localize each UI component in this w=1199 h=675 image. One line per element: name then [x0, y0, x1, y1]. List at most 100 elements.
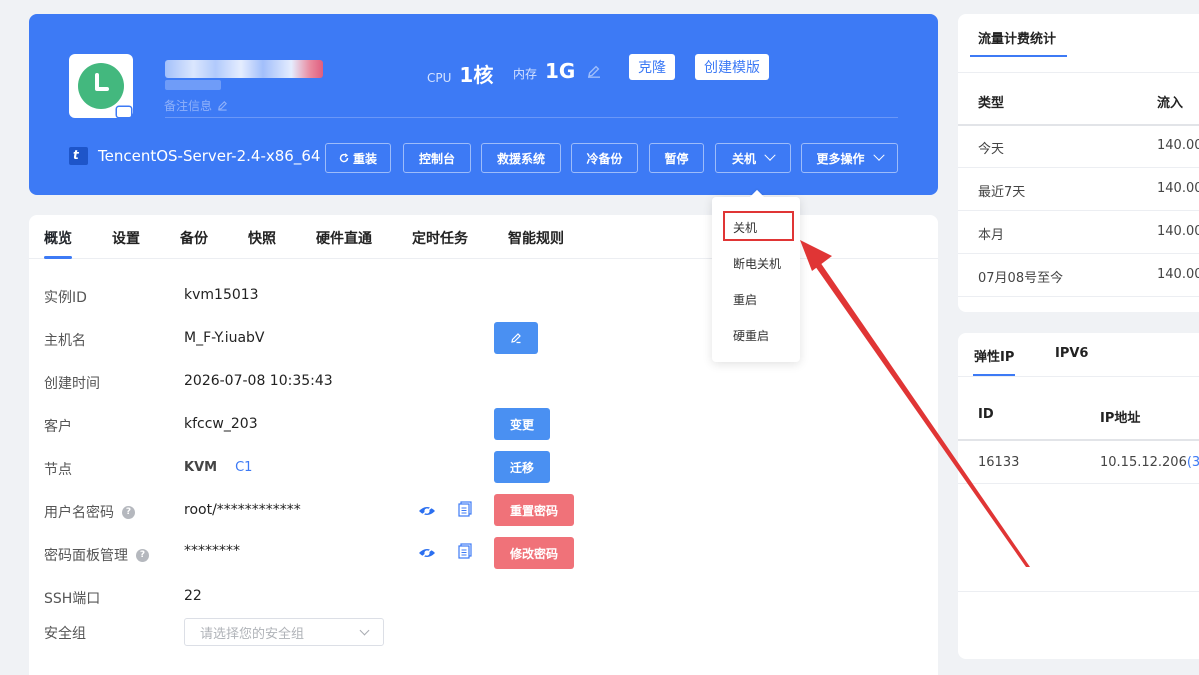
traffic-row-in: 140.00: [1157, 267, 1199, 282]
divider: [958, 253, 1199, 254]
divider: [958, 296, 1199, 297]
memory-spec: 内存 1G: [513, 59, 575, 83]
more-actions-button[interactable]: 更多操作: [801, 143, 898, 173]
ip-row-address: 10.15.12.206(3): [1100, 455, 1199, 470]
tab-ipv6[interactable]: IPV6: [1055, 346, 1088, 361]
tab-scheduled-tasks[interactable]: 定时任务: [412, 228, 468, 248]
clone-button[interactable]: 克隆: [629, 54, 675, 80]
tab-backup[interactable]: 备份: [180, 228, 208, 248]
shutdown-dropdown-menu: 关机 断电关机 重启 硬重启: [712, 197, 800, 362]
cold-backup-button[interactable]: 冷备份: [571, 143, 638, 173]
reset-password-button[interactable]: 重置密码: [494, 494, 574, 526]
instance-id-label: 实例ID: [44, 290, 87, 306]
traffic-row-type: 07月08号至今: [978, 271, 1064, 286]
tab-overview[interactable]: 概览: [44, 228, 72, 248]
divider: [958, 376, 1199, 377]
tab-smart-rules[interactable]: 智能规则: [508, 228, 564, 248]
customer-value: kfccw_203: [184, 416, 258, 432]
divider: [958, 72, 1199, 73]
eye-icon[interactable]: [418, 504, 436, 518]
ip-card: 弹性IP IPV6 ID IP地址 16133 10.15.12.206(3): [958, 333, 1199, 659]
tab-snapshot[interactable]: 快照: [248, 228, 276, 248]
rescue-system-button[interactable]: 救援系统: [481, 143, 561, 173]
shutdown-dropdown-button[interactable]: 关机: [715, 143, 791, 173]
instance-name-blurred: [165, 60, 323, 78]
divider: [958, 483, 1199, 484]
menu-item-reboot[interactable]: 重启: [733, 291, 757, 308]
ssh-port-label: SSH端口: [44, 591, 101, 607]
instance-subname-blurred: [165, 80, 221, 90]
node-value: KVM C1: [184, 460, 252, 475]
divider: [958, 167, 1199, 168]
instance-header-card: 备注信息 CPU 1核 内存 1G 克隆 创建模版 t TencentOS-Se…: [29, 14, 938, 195]
copy-icon[interactable]: [458, 543, 472, 559]
ip-count-link[interactable]: (3): [1187, 455, 1199, 470]
chevron-down-icon: [764, 149, 776, 161]
pencil-icon: [218, 101, 227, 111]
hostname-label: 主机名: [44, 333, 86, 349]
tab-settings[interactable]: 设置: [112, 228, 140, 248]
traffic-row-in: 140.00: [1157, 138, 1199, 153]
detail-tabs: 概览 设置 备份 快照 硬件直通 定时任务 智能规则: [29, 215, 938, 259]
create-template-button[interactable]: 创建模版: [695, 54, 769, 80]
active-tab-indicator: [44, 256, 72, 259]
refresh-icon: [339, 153, 349, 163]
remark-label: 备注信息: [164, 99, 213, 113]
hostname-value: M_F-Y.iuabV: [184, 330, 265, 346]
tencentos-logo-icon: t: [69, 147, 88, 165]
reinstall-button[interactable]: 重装: [325, 143, 391, 173]
memory-value: 1G: [545, 59, 576, 83]
divider: [958, 591, 1199, 592]
traffic-col-type: 类型: [978, 96, 1005, 111]
created-time-value: 2026-07-08 10:35:43: [184, 373, 333, 389]
menu-item-shutdown[interactable]: 关机: [733, 219, 757, 236]
memory-label: 内存: [513, 67, 538, 81]
traffic-stats-card: 流量计费统计 类型 流入 今天 140.00 最近7天 140.00 本月 14…: [958, 14, 1199, 312]
traffic-row-type: 今天: [978, 142, 1005, 157]
eye-icon[interactable]: [418, 546, 436, 560]
chevron-down-icon: [359, 625, 370, 636]
menu-item-hard-reboot[interactable]: 硬重启: [733, 327, 769, 344]
instance-detail-card: 概览 设置 备份 快照 硬件直通 定时任务 智能规则 实例ID kvm15013…: [29, 215, 938, 675]
cpu-value: 1核: [459, 63, 494, 87]
ip-col-address: IP地址: [1100, 411, 1141, 426]
os-info: t TencentOS-Server-2.4-x86_64: [69, 147, 320, 165]
node-type: KVM: [184, 460, 218, 475]
copy-icon[interactable]: [458, 501, 472, 517]
tab-elastic-ip[interactable]: 弹性IP: [974, 346, 1014, 365]
traffic-stats-title[interactable]: 流量计费统计: [978, 28, 1056, 47]
edit-hostname-button[interactable]: [494, 322, 538, 354]
traffic-row-type: 本月: [978, 228, 1005, 243]
panel-password-label: 密码面板管理?: [44, 545, 149, 565]
cpu-spec: CPU 1核: [427, 59, 493, 88]
change-password-button[interactable]: 修改密码: [494, 537, 574, 569]
security-group-placeholder: 请选择您的安全组: [200, 626, 305, 642]
help-icon[interactable]: ?: [136, 548, 149, 562]
traffic-row-in: 140.00: [1157, 181, 1199, 196]
tab-hardware-passthrough[interactable]: 硬件直通: [316, 228, 372, 248]
remark-edit[interactable]: 备注信息: [164, 97, 228, 114]
migrate-button[interactable]: 迁移: [494, 451, 550, 483]
customer-label: 客户: [44, 419, 72, 435]
instance-avatar: [69, 54, 133, 118]
header-divider: [165, 117, 898, 118]
pencil-icon: [511, 333, 521, 344]
menu-item-power-off[interactable]: 断电关机: [733, 255, 781, 272]
pause-button[interactable]: 暂停: [649, 143, 704, 173]
security-group-select[interactable]: 请选择您的安全组: [184, 618, 384, 646]
node-name-link[interactable]: C1: [235, 460, 252, 475]
lock-icon: [116, 100, 132, 117]
ip-col-id: ID: [978, 407, 994, 422]
os-name: TencentOS-Server-2.4-x86_64: [98, 147, 321, 165]
edit-spec-icon[interactable]: [587, 64, 601, 78]
active-tab-indicator: [970, 55, 1067, 57]
console-button[interactable]: 控制台: [403, 143, 471, 173]
created-time-label: 创建时间: [44, 376, 100, 392]
chevron-down-icon: [872, 149, 885, 161]
traffic-col-in: 流入: [1157, 96, 1184, 111]
help-icon[interactable]: ?: [122, 505, 135, 519]
cpu-label: CPU: [427, 71, 452, 85]
change-customer-button[interactable]: 变更: [494, 408, 550, 440]
user-password-label: 用户名密码?: [44, 502, 135, 522]
node-label: 节点: [44, 462, 72, 478]
